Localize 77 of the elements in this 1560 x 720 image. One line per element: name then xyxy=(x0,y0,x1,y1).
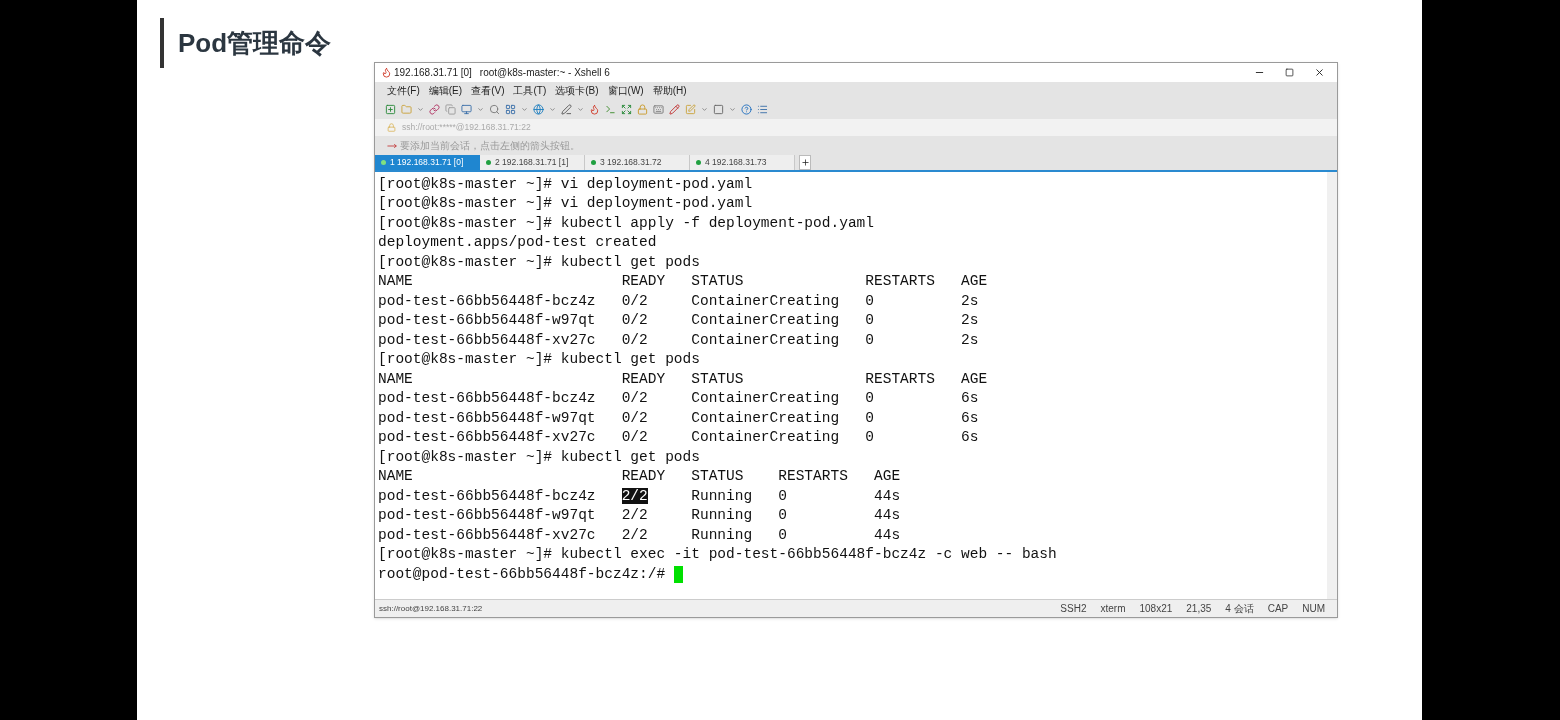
caret-icon[interactable] xyxy=(549,105,556,113)
menu-item[interactable]: 帮助(H) xyxy=(652,83,687,98)
terminal-line: NAME READY STATUS RESTARTS AGE xyxy=(378,272,988,292)
folder-icon[interactable] xyxy=(401,103,412,115)
menu-item[interactable]: 编辑(E) xyxy=(428,83,463,98)
status-item: 108x21 xyxy=(1139,602,1173,616)
session-tab[interactable]: 4 192.168.31.73 xyxy=(690,155,795,170)
terminal-line: [root@k8s-master ~]# kubectl get pods xyxy=(378,447,700,467)
app-logo-icon xyxy=(381,67,392,78)
grid-icon[interactable] xyxy=(505,103,516,115)
terminal-line: pod-test-66bb56448f-xv27c 0/2 ContainerCreating 0 6s xyxy=(378,428,979,448)
help-icon[interactable] xyxy=(741,103,752,115)
terminal-line: [root@k8s-master ~]# kubectl exec -it pod-test-66bb56448f-bcz4z -c web -- bash xyxy=(378,545,1057,565)
keyboard-icon[interactable] xyxy=(653,103,664,115)
terminal-line: [root@k8s-master ~]# kubectl get pods xyxy=(378,350,700,370)
expand-icon[interactable] xyxy=(621,103,632,115)
terminal-line: pod-test-66bb56448f-xv27c 2/2 Running 0 44s xyxy=(378,525,901,545)
status-item: SSH2 xyxy=(1060,602,1087,616)
caret-icon[interactable] xyxy=(477,105,484,113)
status-item: 21,35 xyxy=(1186,602,1212,616)
terminal-line: root@pod-test-66bb56448f-bcz4z:/# xyxy=(378,564,667,584)
lock-icon xyxy=(387,123,396,132)
terminal-line: pod-test-66bb56448f-bcz4z 0/2 ContainerCreating 0 6s xyxy=(378,389,979,409)
terminal-line: [root@k8s-master ~]# vi deployment-pod.yaml xyxy=(378,174,753,194)
menu-item[interactable]: 窗口(W) xyxy=(607,83,644,98)
status-item: NUM xyxy=(1302,602,1325,616)
terminal-line: deployment.apps/pod-test created xyxy=(378,233,657,253)
terminal-line: [root@k8s-master ~]# vi deployment-pod.yaml xyxy=(378,194,753,214)
compose-icon[interactable] xyxy=(685,103,696,115)
maximize-icon xyxy=(1285,68,1294,77)
caret-icon[interactable] xyxy=(577,105,584,113)
caret-icon[interactable] xyxy=(417,105,424,113)
caret-icon[interactable] xyxy=(729,105,736,113)
terminal-line: pod-test-66bb56448f-xv27c 0/2 ContainerCreating 0 2s xyxy=(378,330,979,350)
terminal-line: pod-test-66bb56448f-bcz4z 2/2 Running 0 44s xyxy=(378,486,901,506)
terminal-line: [root@k8s-master ~]# kubectl apply -f deployment-pod.yaml xyxy=(378,213,874,233)
globe-icon[interactable] xyxy=(533,103,544,115)
menu-item[interactable]: 查看(V) xyxy=(471,83,505,98)
status-item: 4 会话 xyxy=(1225,602,1254,616)
lock-icon[interactable] xyxy=(637,103,648,115)
terminal-line: pod-test-66bb56448f-w97qt 0/2 ContainerCreating 0 6s xyxy=(378,408,979,428)
plus-icon xyxy=(800,158,810,167)
status-connection: ssh://root@192.168.31.71:22 xyxy=(379,602,483,615)
status-item: xterm xyxy=(1100,602,1126,616)
copy-icon[interactable] xyxy=(445,103,456,115)
slide-heading: Pod管理命令 xyxy=(178,26,332,60)
terminal-line: pod-test-66bb56448f-w97qt 2/2 Running 0 44s xyxy=(378,506,901,526)
terminal-line: NAME READY STATUS RESTARTS AGE xyxy=(378,467,901,487)
session-tab[interactable]: 2 192.168.31.71 [1] xyxy=(480,155,585,170)
link-icon[interactable] xyxy=(429,103,440,115)
session-name: 192.168.31.71 [0] xyxy=(394,66,472,80)
list-icon[interactable] xyxy=(757,103,768,115)
caret-icon[interactable] xyxy=(521,105,528,113)
flame-icon[interactable] xyxy=(589,103,600,115)
terminal-line: NAME READY STATUS RESTARTS AGE xyxy=(378,369,988,389)
status-item: CAP xyxy=(1267,602,1289,616)
session-tab[interactable]: 3 192.168.31.72 xyxy=(585,155,690,170)
close-icon xyxy=(1314,67,1325,78)
scrollbar[interactable] xyxy=(1327,172,1337,599)
terminal-icon[interactable] xyxy=(605,103,616,115)
terminal-line: [root@k8s-master ~]# kubectl get pods xyxy=(378,252,700,272)
window-title: root@k8s-master:~ - Xshell 6 xyxy=(479,66,610,80)
session-tab[interactable]: 1 192.168.31.71 [0] xyxy=(375,155,480,170)
monitor-icon[interactable] xyxy=(461,103,472,115)
caret-icon[interactable] xyxy=(701,105,708,113)
add-tab-button[interactable] xyxy=(799,155,811,170)
menu-item[interactable]: 工具(T) xyxy=(513,83,547,98)
menu-item[interactable]: 文件(F) xyxy=(387,83,420,98)
new-window-icon[interactable] xyxy=(385,103,396,115)
terminal-line: pod-test-66bb56448f-bcz4z 0/2 ContainerCreating 0 2s xyxy=(378,291,979,311)
pencil-icon[interactable] xyxy=(669,103,680,115)
hint-text: 要添加当前会话，点击左侧的箭头按钮。 xyxy=(400,139,580,153)
search-icon[interactable] xyxy=(489,103,500,115)
menu-item[interactable]: 选项卡(B) xyxy=(555,83,599,98)
terminal-line: pod-test-66bb56448f-w97qt 0/2 ContainerCreating 0 2s xyxy=(378,311,979,331)
window-icon[interactable] xyxy=(713,103,724,115)
pen-icon[interactable] xyxy=(561,103,572,115)
